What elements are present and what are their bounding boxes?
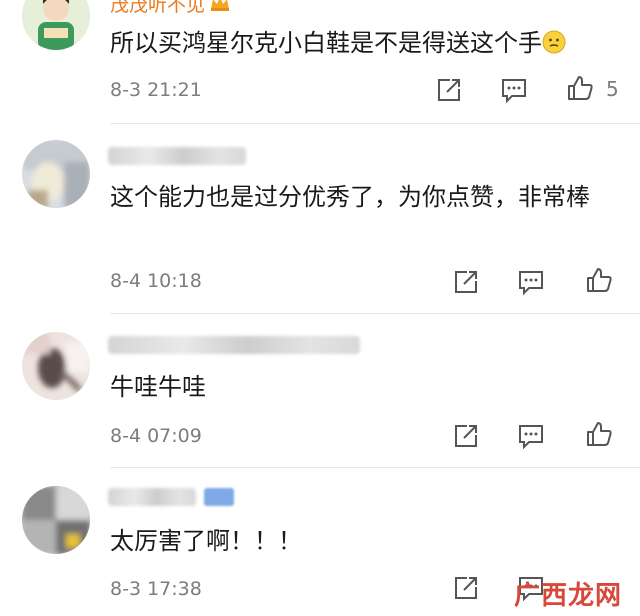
avatar[interactable] [22, 486, 90, 554]
crown-badge-icon [209, 0, 231, 17]
share-icon [455, 271, 477, 293]
blurred-username[interactable] [108, 147, 246, 165]
comment-text: 太厉害了啊！！！ [110, 527, 302, 555]
comment-icon [519, 271, 543, 296]
comment-feed: 茂茂听不见 所以买鸿星尔克小白鞋是不是得送这个手 8-3 21:21 5 这个能… [0, 0, 640, 616]
share-button[interactable] [452, 268, 480, 296]
share-icon [455, 577, 477, 599]
comment-text-body: 所以买鸿星尔克小白鞋是不是得送这个手 [110, 29, 542, 57]
comment-time: 8-3 21:21 [110, 79, 202, 101]
comment-text: 这个能力也是过分优秀了，为你点赞，非常棒 [110, 183, 590, 211]
share-button[interactable] [435, 76, 463, 104]
avatar[interactable] [22, 140, 90, 208]
share-icon [455, 425, 477, 447]
like-button[interactable] [585, 266, 613, 294]
comment-time: 8-3 17:38 [110, 578, 202, 600]
like-count: 5 [606, 77, 619, 101]
watermark: 广西龙网 [513, 581, 622, 611]
thumbs-up-icon [568, 76, 593, 100]
divider [110, 123, 640, 124]
comment-time: 8-4 10:18 [110, 270, 202, 292]
divider [110, 313, 640, 314]
avatar[interactable] [22, 0, 90, 50]
reply-button[interactable] [517, 422, 545, 450]
reply-button[interactable] [500, 76, 528, 104]
like-button[interactable] [566, 74, 594, 102]
share-icon [438, 79, 460, 101]
share-button[interactable] [452, 422, 480, 450]
username[interactable]: 茂茂听不见 [110, 0, 231, 17]
comment-text: 所以买鸿星尔克小白鞋是不是得送这个手 [110, 22, 630, 64]
comment-icon [502, 79, 526, 104]
thumbs-up-icon [587, 422, 612, 446]
divider [110, 467, 640, 468]
thinking-face-emoji-icon [542, 25, 566, 54]
avatar[interactable] [22, 332, 90, 400]
username-text: 茂茂听不见 [110, 0, 206, 16]
comment-text: 牛哇牛哇 [110, 373, 206, 401]
comment-time: 8-4 07:09 [110, 425, 202, 447]
like-button[interactable] [585, 420, 613, 448]
blurred-username[interactable] [108, 336, 360, 354]
comment-icon [519, 425, 543, 450]
share-button[interactable] [452, 574, 480, 602]
verified-badge-icon [204, 488, 234, 506]
blurred-username[interactable] [108, 488, 196, 506]
reply-button[interactable] [517, 268, 545, 296]
thumbs-up-icon [587, 268, 612, 292]
